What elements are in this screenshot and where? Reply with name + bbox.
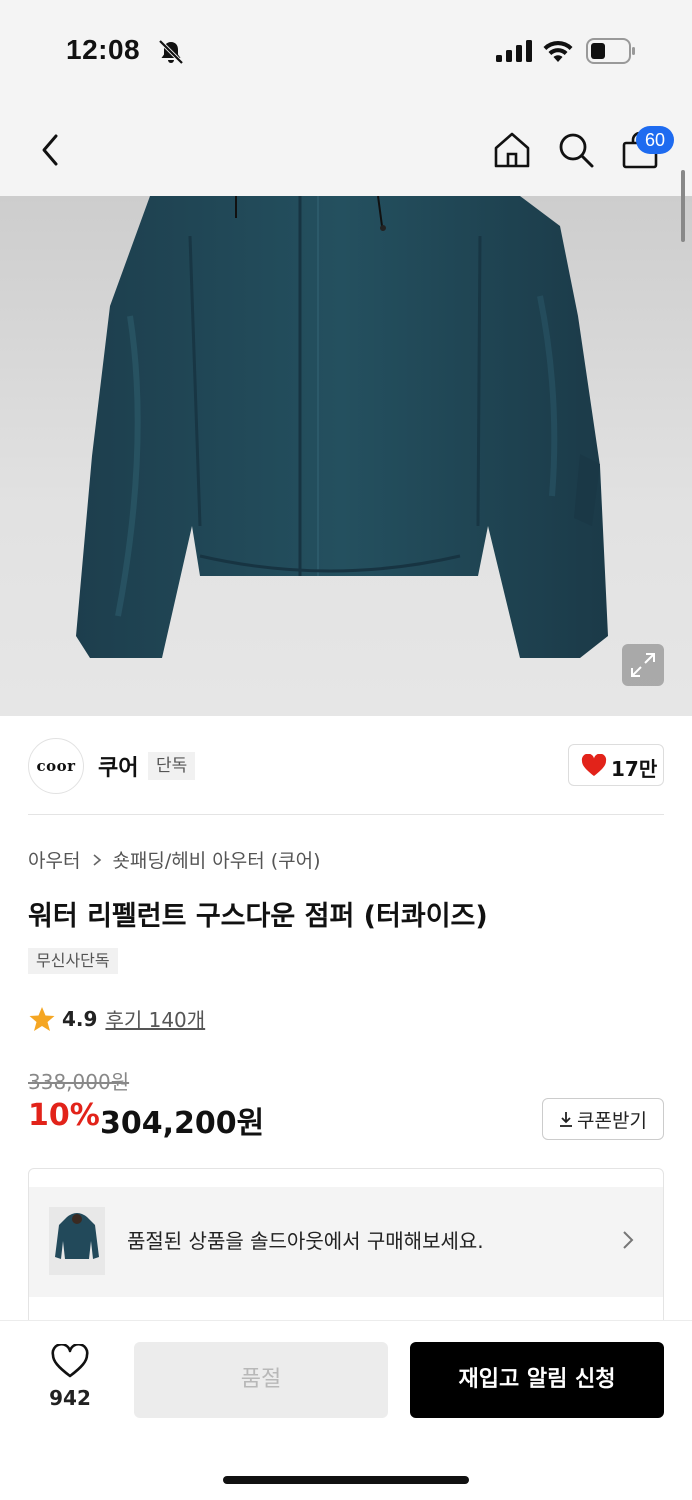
brand-logo[interactable]: coor (28, 738, 84, 794)
product-title: 워터 리펠런트 구스다운 점퍼 (터콰이즈) (28, 901, 488, 932)
cart-count-badge: 60 (636, 126, 674, 154)
chevron-right-icon (93, 853, 102, 866)
breadcrumb: 아우터 숏패딩/헤비 아우터 (쿠어) (28, 846, 321, 873)
sale-price: 304,200원 (100, 1106, 265, 1141)
soldout-button: 품절 (134, 1342, 388, 1418)
rating-row: 4.9 후기 140개 (28, 1004, 205, 1033)
brand-like-button[interactable]: 17만 (568, 744, 664, 786)
brand-like-count: 17만 (611, 757, 658, 781)
soldout-card: 품절된 상품을 솔드아웃에서 구매해보세요. (28, 1168, 664, 1338)
coupon-download-button[interactable]: 쿠폰받기 (542, 1098, 664, 1140)
brand-exclusive-tag: 단독 (148, 752, 196, 780)
soldout-product-thumbnail (49, 1207, 105, 1275)
wifi-icon (543, 40, 573, 62)
breadcrumb-item-category[interactable]: 숏패딩/헤비 아우터 (쿠어) (112, 846, 320, 873)
restock-alert-button[interactable]: 재입고 알림 신청 (410, 1342, 664, 1418)
chevron-right-icon (623, 1231, 634, 1249)
cellular-signal-icon (496, 40, 532, 62)
divider (28, 814, 664, 815)
heart-outline-icon[interactable] (50, 1344, 90, 1380)
jacket-photo (76, 196, 608, 658)
soldout-banner-text: 품절된 상품을 솔드아웃에서 구매해보세요. (127, 1229, 484, 1253)
expand-icon (631, 653, 655, 677)
scrollbar[interactable] (681, 170, 685, 242)
rating-value: 4.9 (62, 1006, 98, 1031)
breadcrumb-item-outer[interactable]: 아우터 (28, 846, 80, 873)
original-price: 338,000원 (28, 1070, 130, 1094)
home-indicator (223, 1476, 469, 1484)
wish-count: 942 (49, 1386, 91, 1410)
bell-off-icon (158, 39, 184, 65)
home-icon[interactable] (492, 130, 532, 170)
search-icon[interactable] (556, 130, 596, 170)
coupon-label: 쿠폰받기 (577, 1109, 647, 1132)
product-image[interactable] (0, 196, 692, 716)
download-icon (560, 1112, 573, 1127)
discount-rate: 10% (28, 1098, 100, 1133)
musinsa-exclusive-badge: 무신사단독 (28, 948, 118, 974)
heart-filled-icon (581, 754, 607, 776)
brand-name[interactable]: 쿠어 (98, 750, 138, 782)
star-icon (29, 1006, 55, 1031)
status-time: 12:08 (66, 34, 141, 65)
battery-icon (586, 38, 635, 64)
back-arrow-icon[interactable] (36, 130, 64, 170)
review-link[interactable]: 후기 140개 (105, 1004, 205, 1033)
expand-image-button[interactable] (622, 644, 664, 686)
soldout-banner[interactable]: 품절된 상품을 솔드아웃에서 구매해보세요. (29, 1187, 663, 1297)
